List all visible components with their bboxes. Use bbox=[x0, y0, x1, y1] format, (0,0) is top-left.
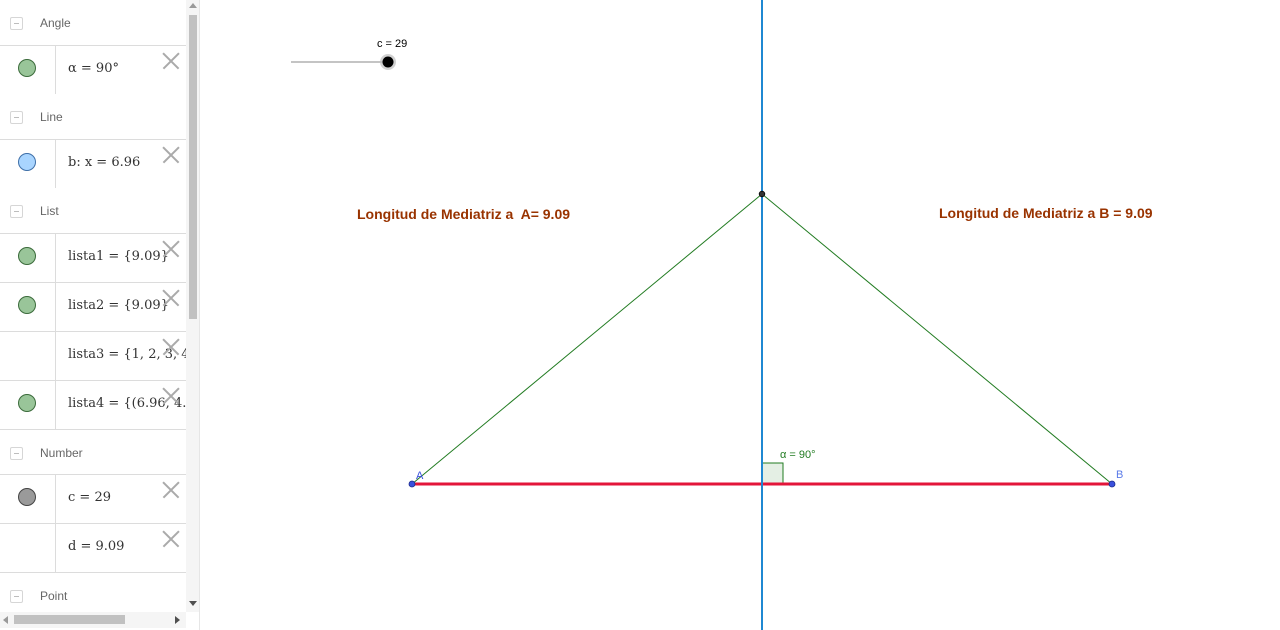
algebra-item-c[interactable]: c = 29 bbox=[0, 474, 186, 523]
marble-cell bbox=[0, 524, 56, 572]
algebra-list: Angle α = 90° Line b: x = 6.96 List list… bbox=[0, 0, 186, 612]
delete-icon[interactable] bbox=[162, 240, 180, 258]
group-label: Angle bbox=[40, 16, 71, 30]
point-b-label: B bbox=[1116, 469, 1123, 481]
group-header-line[interactable]: Line bbox=[0, 94, 186, 139]
visibility-toggle-icon[interactable] bbox=[18, 247, 36, 265]
scroll-left-icon[interactable] bbox=[3, 616, 8, 624]
scroll-thumb[interactable] bbox=[14, 615, 125, 624]
point-a-label: A bbox=[416, 470, 424, 482]
delete-icon[interactable] bbox=[162, 289, 180, 307]
algebra-item-alpha[interactable]: α = 90° bbox=[0, 45, 186, 94]
visibility-toggle-icon[interactable] bbox=[18, 394, 36, 412]
algebra-item-lista3[interactable]: lista3 = {1, 2, 3, 4, bbox=[0, 331, 186, 380]
right-angle-marker[interactable] bbox=[761, 462, 784, 485]
algebra-view: Angle α = 90° Line b: x = 6.96 List list… bbox=[0, 0, 200, 630]
group-label: Number bbox=[40, 446, 83, 460]
graphics-canvas[interactable]: c = 29 α = 90° A B Longitud de Mediatriz… bbox=[200, 0, 1280, 630]
angle-label: α = 90° bbox=[780, 449, 816, 461]
graphics-view[interactable]: c = 29 α = 90° A B Longitud de Mediatriz… bbox=[200, 0, 1280, 630]
scroll-up-icon[interactable] bbox=[189, 3, 197, 8]
algebra-formula[interactable]: b: x = 6.96 bbox=[68, 155, 140, 170]
group-label: Line bbox=[40, 110, 63, 124]
delete-icon[interactable] bbox=[162, 387, 180, 405]
group-header-number[interactable]: Number bbox=[0, 429, 186, 474]
visibility-toggle-icon[interactable] bbox=[18, 488, 36, 506]
algebra-item-b[interactable]: b: x = 6.96 bbox=[0, 139, 186, 188]
apex-point[interactable] bbox=[758, 190, 766, 198]
algebra-item-lista2[interactable]: lista2 = {9.09} bbox=[0, 282, 186, 331]
vertical-scrollbar[interactable] bbox=[186, 0, 199, 612]
segment-b-to-apex[interactable] bbox=[761, 193, 1113, 485]
marble-cell bbox=[0, 283, 56, 331]
visibility-toggle-icon[interactable] bbox=[18, 153, 36, 171]
algebra-item-lista1[interactable]: lista1 = {9.09} bbox=[0, 233, 186, 282]
visibility-toggle-icon[interactable] bbox=[18, 59, 36, 77]
horizontal-scrollbar[interactable] bbox=[0, 612, 186, 628]
slider-handle[interactable] bbox=[382, 56, 394, 68]
marble-cell bbox=[0, 140, 56, 188]
marble-cell bbox=[0, 332, 56, 380]
delete-icon[interactable] bbox=[162, 338, 180, 356]
mediatrix-length-a-label: Longitud de Mediatriz a A= 9.09 bbox=[357, 206, 570, 222]
delete-icon[interactable] bbox=[162, 530, 180, 548]
group-header-list[interactable]: List bbox=[0, 188, 186, 233]
delete-icon[interactable] bbox=[162, 481, 180, 499]
visibility-toggle-icon[interactable] bbox=[18, 296, 36, 314]
marble-cell bbox=[0, 475, 56, 523]
segment-a-to-apex[interactable] bbox=[411, 193, 763, 485]
scroll-thumb[interactable] bbox=[189, 15, 197, 319]
algebra-item-d[interactable]: d = 9.09 bbox=[0, 523, 186, 572]
marble-cell bbox=[0, 234, 56, 282]
collapse-icon[interactable] bbox=[10, 111, 23, 124]
scroll-right-icon[interactable] bbox=[175, 616, 180, 624]
marble-cell bbox=[0, 46, 56, 94]
algebra-formula[interactable]: lista1 = {9.09} bbox=[68, 249, 169, 264]
delete-icon[interactable] bbox=[162, 52, 180, 70]
group-label: Point bbox=[40, 589, 68, 603]
collapse-icon[interactable] bbox=[10, 590, 23, 603]
algebra-formula[interactable]: d = 9.09 bbox=[68, 539, 124, 554]
algebra-formula[interactable]: lista2 = {9.09} bbox=[68, 298, 169, 313]
group-header-point[interactable]: Point bbox=[0, 572, 186, 612]
collapse-icon[interactable] bbox=[10, 447, 23, 460]
algebra-formula[interactable]: c = 29 bbox=[68, 490, 111, 505]
collapse-icon[interactable] bbox=[10, 205, 23, 218]
slider-label: c = 29 bbox=[377, 38, 407, 50]
group-label: List bbox=[40, 204, 59, 218]
algebra-item-lista4[interactable]: lista4 = {(6.96, 4.72 bbox=[0, 380, 186, 429]
point-b[interactable] bbox=[1108, 480, 1116, 488]
point-a[interactable] bbox=[408, 480, 416, 488]
collapse-icon[interactable] bbox=[10, 17, 23, 30]
delete-icon[interactable] bbox=[162, 146, 180, 164]
marble-cell bbox=[0, 381, 56, 429]
mediatrix-length-b-label: Longitud de Mediatriz a B = 9.09 bbox=[939, 205, 1153, 221]
group-header-angle[interactable]: Angle bbox=[0, 0, 186, 45]
algebra-formula[interactable]: α = 90° bbox=[68, 61, 119, 76]
scroll-down-icon[interactable] bbox=[189, 601, 197, 606]
